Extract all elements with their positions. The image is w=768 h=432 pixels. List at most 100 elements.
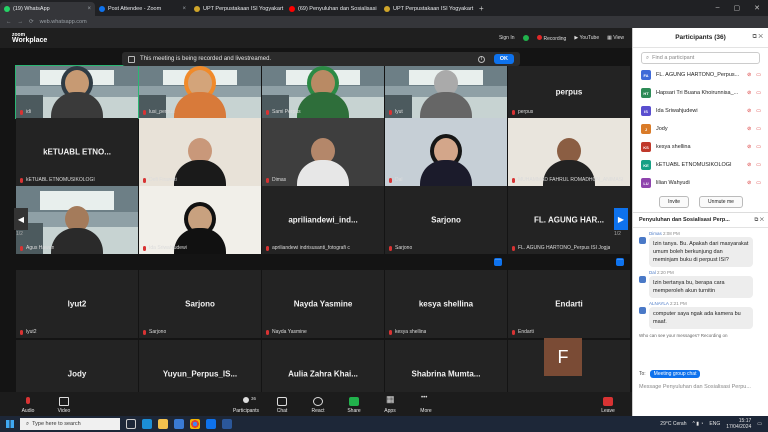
- chat-visibility-notice[interactable]: Who can see your messages? Recording on: [639, 333, 763, 338]
- participant-row[interactable]: J Jody ⊘ ▭: [633, 120, 768, 138]
- react-button[interactable]: React: [300, 397, 336, 414]
- clock[interactable]: 15:17 17/04/2024: [726, 418, 751, 430]
- forward-icon[interactable]: →: [18, 19, 24, 25]
- tile-more-options-icon[interactable]: ···: [616, 257, 624, 266]
- maximize-icon[interactable]: ▢: [734, 4, 741, 12]
- participant-row[interactable]: KE kETUABL ETNOMUSIKOLOGI ⊘ ▭: [633, 156, 768, 174]
- participant-tile[interactable]: lyut2 lyut2: [16, 270, 138, 338]
- zoom-taskbar-icon[interactable]: [206, 419, 216, 429]
- participant-tile[interactable]: kETUABL ETNO... kETUABL ETNOMUSIKOLOGI: [16, 118, 138, 186]
- participant-name-display: kesya shellina: [418, 299, 474, 309]
- participant-tile[interactable]: Sami Perpus: [262, 66, 384, 118]
- tile-name-label: Endarti: [511, 329, 534, 335]
- close-window-icon[interactable]: ✕: [754, 4, 760, 12]
- leave-button[interactable]: Leave: [590, 397, 626, 414]
- recording-indicator[interactable]: Recording: [536, 34, 566, 42]
- address-bar[interactable]: ← → ⟳ web.whatsapp.com: [0, 16, 768, 28]
- youtube-live-indicator[interactable]: ▶ YouTube: [574, 35, 599, 41]
- share-button[interactable]: Share: [336, 397, 372, 414]
- chat-panel-controls[interactable]: ⧉ ✕: [754, 217, 764, 224]
- tile-more-options-icon[interactable]: ···: [494, 257, 502, 266]
- start-button[interactable]: [0, 416, 20, 432]
- weather-widget[interactable]: 29°C Cerah: [660, 421, 686, 427]
- edge-icon[interactable]: [142, 419, 152, 429]
- participant-tile[interactable]: idi: [15, 65, 139, 119]
- tile-name-text: Endarti: [518, 329, 534, 335]
- browser-tab-upt-1[interactable]: UPT Perpustakaan ISI Yogyakart×: [190, 2, 285, 16]
- prev-page-button[interactable]: ◀: [14, 208, 28, 230]
- participant-tile[interactable]: MUHAMMAD FAHRUL ROMADHON_ANIMASI: [508, 118, 630, 186]
- address-text[interactable]: web.whatsapp.com: [40, 19, 87, 25]
- browser-tab-zoom[interactable]: Post Attendee - Zoom ×: [95, 2, 190, 16]
- notification-icon[interactable]: ▭: [757, 421, 762, 427]
- minimize-icon[interactable]: –: [716, 4, 720, 12]
- next-page-button[interactable]: ▶: [614, 208, 628, 230]
- participant-tile[interactable]: lusi_perpus: [139, 66, 261, 118]
- participant-tile[interactable]: Endarti Endarti: [508, 270, 630, 338]
- participant-tile[interactable]: kesya shellina kesya shellina: [385, 270, 507, 338]
- participant-tile[interactable]: Dimas: [262, 118, 384, 186]
- microphone-muted-icon: [19, 329, 24, 335]
- participant-tile[interactable]: apriliandewi_ind... apriliandewi indrisus…: [262, 186, 384, 254]
- participants-button[interactable]: 36 Participants: [228, 396, 264, 414]
- participant-tile[interactable]: perpus perpus: [508, 66, 630, 118]
- shield-icon[interactable]: [522, 35, 529, 41]
- participant-avatar: F: [544, 338, 582, 376]
- taskbar-search[interactable]: ⌕ Type here to search: [20, 418, 120, 430]
- browser-tab-youtube[interactable]: (69) Penyuluhan dan Sosialisasi×: [285, 2, 380, 16]
- close-tab-icon[interactable]: ×: [182, 6, 186, 12]
- participant-row[interactable]: IS Ida Sriwahjudewi ⊘ ▭: [633, 102, 768, 120]
- participant-row[interactable]: KS kesya shellina ⊘ ▭: [633, 138, 768, 156]
- participant-tile[interactable]: Ida Sriwahjudewi: [139, 186, 261, 254]
- camera-off-icon: ▭: [756, 144, 761, 150]
- tile-name-label: Sarjono: [142, 329, 166, 335]
- task-view-icon[interactable]: [126, 419, 136, 429]
- microphone-muted-icon: [511, 245, 516, 251]
- tile-name-label: kETUABL ETNOMUSIKOLOGI: [19, 177, 95, 183]
- tray-icons[interactable]: ^ ▮ ◔: [692, 421, 703, 427]
- chat-recipient-select[interactable]: Meeting group chat: [649, 370, 701, 378]
- chat-button[interactable]: Chat: [264, 397, 300, 414]
- person-silhouette: [51, 206, 103, 254]
- word-icon[interactable]: [222, 419, 232, 429]
- store-icon[interactable]: [174, 419, 184, 429]
- participant-tile[interactable]: Sarjono Sarjono: [385, 186, 507, 254]
- video-button[interactable]: Video: [46, 397, 82, 414]
- participant-tile[interactable]: Agus Hawan: [16, 186, 138, 254]
- browser-tab-strip: (19) WhatsApp × Post Attendee - Zoom × UPT…: [0, 0, 768, 16]
- reload-icon[interactable]: ⟳: [29, 19, 34, 25]
- participant-tile[interactable]: Dal: [385, 118, 507, 186]
- zoom-header: zoom Workplace Sign In Recording ▶ YouTu…: [0, 28, 632, 48]
- back-icon[interactable]: ←: [6, 19, 12, 25]
- audio-button[interactable]: Audio: [10, 397, 46, 414]
- view-button[interactable]: ▦ View: [607, 35, 624, 41]
- participant-name-display: lyut2: [67, 299, 87, 309]
- participant-tile[interactable]: lyut: [385, 66, 507, 118]
- browser-tab-upt-2[interactable]: UPT Perpustakaan ISI Yogyakart×: [380, 2, 475, 16]
- browser-tab-whatsapp[interactable]: (19) WhatsApp ×: [0, 2, 95, 16]
- participant-search-input[interactable]: ⌕ Find a participant: [641, 52, 760, 64]
- participant-tile[interactable]: Sarjono Sarjono: [139, 270, 261, 338]
- unmute-me-button[interactable]: Unmute me: [699, 196, 743, 208]
- apps-button[interactable]: Apps: [372, 394, 408, 414]
- banner-ok-button[interactable]: OK: [493, 54, 514, 64]
- new-tab-icon[interactable]: +: [479, 4, 484, 13]
- microphone-muted-icon: [388, 109, 393, 115]
- participant-row[interactable]: FA FL. AGUNG HARTONO_Perpus... ⊘ ▭: [633, 66, 768, 84]
- more-button[interactable]: More: [408, 395, 444, 414]
- close-panel-icon[interactable]: ✕: [758, 34, 763, 40]
- info-icon[interactable]: i: [477, 55, 485, 63]
- sign-in-link[interactable]: Sign In: [499, 35, 515, 41]
- participant-tile[interactable]: FL. AGUNG HAR... FL. AGUNG HARTONO_Perpus…: [508, 186, 630, 254]
- chrome-icon[interactable]: [190, 419, 200, 429]
- participant-tile[interactable]: Defi Firawati: [139, 118, 261, 186]
- participant-row[interactable]: HT Hapsari Tri Buana Khoirunnisa_... ⊘ ▭: [633, 84, 768, 102]
- language-indicator[interactable]: ENG: [709, 421, 720, 427]
- participant-row[interactable]: LU lilian Wahyudi ⊘ ▭: [633, 174, 768, 192]
- popout-icon[interactable]: ⧉: [752, 34, 756, 40]
- close-tab-icon[interactable]: ×: [87, 6, 91, 12]
- file-explorer-icon[interactable]: [158, 419, 168, 429]
- participant-tile[interactable]: Nayda Yasmine Nayda Yasmine: [262, 270, 384, 338]
- chat-input[interactable]: Message Penyuluhan dan Sosialisasi Perpu…: [633, 380, 768, 396]
- invite-button[interactable]: Invite: [659, 196, 690, 208]
